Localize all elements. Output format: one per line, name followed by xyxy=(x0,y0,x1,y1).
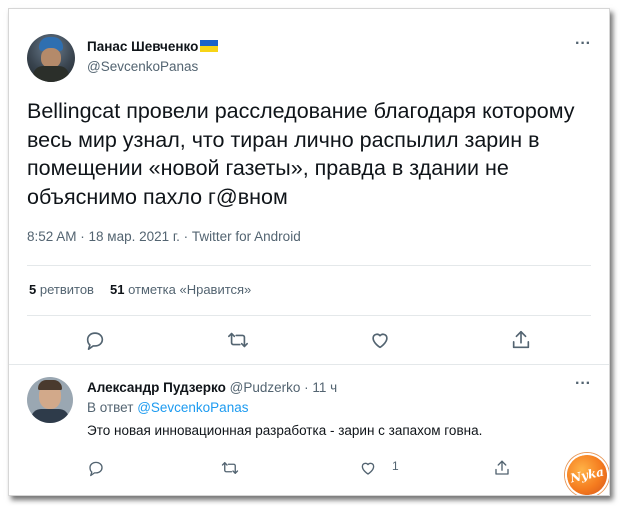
author-name[interactable]: Панас Шевченко xyxy=(87,39,198,54)
divider xyxy=(27,315,591,316)
reply-like-count: 1 xyxy=(392,459,399,473)
like-icon[interactable] xyxy=(369,329,393,353)
tweet-actions xyxy=(9,327,609,355)
retweet-icon[interactable] xyxy=(227,329,251,353)
likes-count: 51 xyxy=(109,282,125,297)
reply-author-avatar[interactable] xyxy=(27,377,73,423)
like-icon[interactable] xyxy=(359,459,383,483)
divider xyxy=(27,265,591,266)
ukraine-flag-icon xyxy=(200,40,219,52)
tweet-text: Bellingcat провели расследование благода… xyxy=(27,99,575,209)
reply-to-prefix: В ответ xyxy=(87,400,134,415)
author-name-row[interactable]: Панас Шевченко xyxy=(87,39,219,54)
retweets-stat[interactable]: 5 ретвитов xyxy=(29,282,94,297)
reply-icon[interactable] xyxy=(87,459,111,483)
tweet-stats: 5 ретвитов 51 отметка «Нравится» xyxy=(29,282,251,297)
retweet-icon[interactable] xyxy=(221,459,245,483)
reply-time[interactable]: · 11 ч xyxy=(304,380,337,395)
retweets-label: ретвитов xyxy=(39,282,94,297)
share-icon[interactable] xyxy=(510,329,534,353)
author-avatar[interactable] xyxy=(27,34,75,82)
likes-label: отметка «Нравится» xyxy=(128,282,252,297)
reply-to-line: В ответ @SevcenkoPanas xyxy=(87,400,248,415)
reply-text: Это новая инновационная разработка - зар… xyxy=(87,423,483,438)
author-handle[interactable]: @SevcenkoPanas xyxy=(87,59,198,74)
more-icon[interactable]: ··· xyxy=(575,375,591,393)
divider xyxy=(9,364,609,365)
share-icon[interactable] xyxy=(493,459,517,483)
tweet-meta[interactable]: 8:52 AM · 18 мар. 2021 г. · Twitter for … xyxy=(27,229,301,244)
tweet-card: Панас Шевченко @SevcenkoPanas ··· Bellin… xyxy=(8,8,610,496)
reply-author-name[interactable]: Александр Пудзерко xyxy=(87,380,226,395)
likes-stat[interactable]: 51 отметка «Нравится» xyxy=(110,282,251,297)
reply-author-handle[interactable]: @Pudzerko xyxy=(230,380,301,395)
retweets-count: 5 xyxy=(29,282,37,297)
reply-icon[interactable] xyxy=(84,329,108,353)
reply-actions xyxy=(9,455,609,479)
reply-to-mention[interactable]: @SevcenkoPanas xyxy=(137,400,248,415)
reply-header: Александр Пудзерко @Pudzerko · 11 ч xyxy=(87,380,337,395)
more-icon[interactable]: ··· xyxy=(575,35,591,53)
